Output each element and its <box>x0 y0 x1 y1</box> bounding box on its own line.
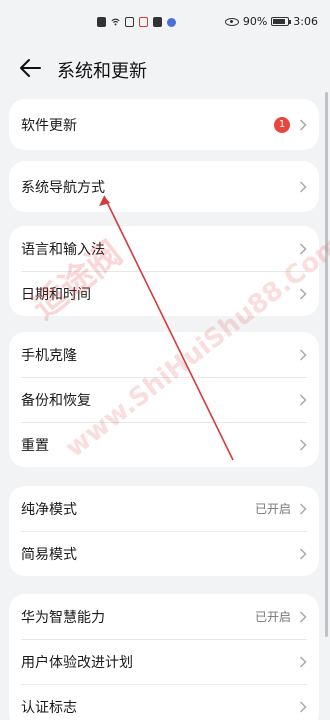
row-label: 认证标志 <box>21 699 77 716</box>
battery-icon <box>271 17 292 26</box>
row-ux-improvement[interactable]: 用户体验改进计划 <box>9 639 319 684</box>
row-language-input[interactable]: 语言和输入法 <box>9 226 319 271</box>
row-label: 重置 <box>21 437 49 454</box>
chevron-right-icon <box>299 502 307 515</box>
row-label: 华为智慧能力 <box>21 609 105 626</box>
scrollbar[interactable] <box>325 92 328 637</box>
chevron-right-icon <box>299 118 307 131</box>
row-status-value: 已开启 <box>254 610 291 624</box>
chevron-right-icon <box>299 393 307 406</box>
row-label: 简易模式 <box>21 546 77 563</box>
row-smart-capabilities[interactable]: 华为智慧能力 已开启 <box>9 594 319 639</box>
card-language-date: 语言和输入法 日期和时间 <box>9 226 319 316</box>
row-system-navigation[interactable]: 系统导航方式 <box>9 161 319 212</box>
row-backup-restore[interactable]: 备份和恢复 <box>9 377 319 422</box>
row-label: 手机克隆 <box>21 347 77 364</box>
status-icons-left <box>97 17 176 27</box>
row-label: 用户体验改进计划 <box>21 654 133 671</box>
row-date-time[interactable]: 日期和时间 <box>9 271 319 316</box>
chevron-right-icon <box>299 547 307 560</box>
chevron-right-icon <box>299 610 307 623</box>
chevron-right-icon <box>299 700 307 713</box>
card-clone-backup-reset: 手机克隆 备份和恢复 重置 <box>9 332 319 467</box>
chevron-right-icon <box>299 242 307 255</box>
row-pure-mode[interactable]: 纯净模式 已开启 <box>9 486 319 531</box>
eye-icon <box>224 17 239 26</box>
wifi-icon <box>111 18 120 26</box>
row-label: 备份和恢复 <box>21 392 91 409</box>
chevron-right-icon <box>299 287 307 300</box>
header: 系统和更新 <box>0 46 330 94</box>
row-label: 软件更新 <box>21 117 77 134</box>
row-label: 语言和输入法 <box>21 241 105 258</box>
status-bar: 90% 3:06 <box>0 0 330 46</box>
row-label: 系统导航方式 <box>21 179 105 196</box>
card-huawei-services: 华为智慧能力 已开启 用户体验改进计划 认证标志 <box>9 594 319 720</box>
settings-screen: 90% 3:06 系统和更新 软件更新 1 系统导航方式 语言和输入法 日期和时… <box>0 0 330 720</box>
app-icon <box>153 17 162 27</box>
card-modes: 纯净模式 已开启 简易模式 <box>9 486 319 576</box>
page-title: 系统和更新 <box>57 61 147 82</box>
chevron-right-icon <box>299 180 307 193</box>
row-status-value: 已开启 <box>254 502 291 516</box>
row-label: 纯净模式 <box>21 501 77 518</box>
card-system-navigation: 系统导航方式 <box>9 161 319 212</box>
row-label: 日期和时间 <box>21 286 91 303</box>
row-phone-clone[interactable]: 手机克隆 <box>9 332 319 377</box>
battery-percentage: 90% <box>242 15 268 28</box>
row-reset[interactable]: 重置 <box>9 422 319 467</box>
chevron-right-icon <box>299 655 307 668</box>
notification-icon <box>97 17 106 27</box>
hourglass-icon <box>125 17 134 27</box>
arrow-left-icon[interactable] <box>18 58 42 78</box>
app-icon <box>139 17 148 27</box>
chevron-right-icon <box>299 438 307 451</box>
app-icon <box>167 17 176 27</box>
row-certification[interactable]: 认证标志 <box>9 684 319 720</box>
card-software-update: 软件更新 1 <box>9 99 319 150</box>
update-badge: 1 <box>274 116 290 133</box>
chevron-right-icon <box>299 348 307 361</box>
row-software-update[interactable]: 软件更新 1 <box>9 99 319 150</box>
clock: 3:06 <box>293 15 318 28</box>
row-simple-mode[interactable]: 简易模式 <box>9 531 319 576</box>
status-icons-right: 90% 3:06 <box>224 15 318 28</box>
